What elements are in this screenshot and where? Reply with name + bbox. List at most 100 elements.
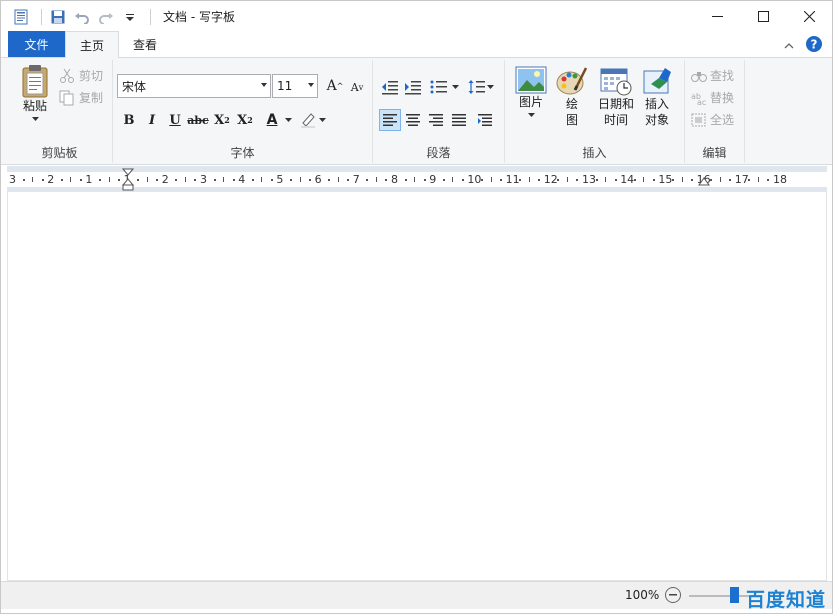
bullet-list-icon — [430, 80, 447, 94]
calendar-clock-icon — [600, 68, 632, 96]
shrink-font-button[interactable]: Av — [346, 76, 368, 98]
bullet-list-button[interactable] — [428, 76, 450, 98]
redo-icon[interactable] — [96, 7, 116, 27]
italic-button[interactable]: I — [141, 109, 163, 131]
ribbon-tabs: 文件 主页 查看 ? — [1, 31, 832, 58]
ruler-number: 2 — [47, 173, 55, 186]
align-right-button[interactable] — [425, 109, 447, 131]
ruler-tick — [108, 177, 110, 182]
picture-label: 图片 — [518, 95, 543, 109]
ruler-tick — [605, 177, 607, 182]
chevron-down-icon[interactable] — [452, 85, 459, 90]
highlighter-icon — [301, 113, 315, 128]
align-center-button[interactable] — [402, 109, 424, 131]
chevron-down-icon[interactable] — [319, 118, 326, 123]
wordpad-app-icon[interactable] — [11, 7, 31, 27]
ruler-tick — [299, 177, 301, 182]
replace-icon: abac — [691, 92, 706, 105]
ruler-tick — [480, 179, 483, 181]
ruler-number: 6 — [314, 173, 322, 186]
chevron-down-icon[interactable] — [285, 118, 292, 123]
copy-label: 复制 — [79, 91, 104, 105]
ruler[interactable]: 321123456789101112131415161718 — [7, 166, 827, 192]
ruler-number: 1 — [85, 173, 93, 186]
ruler-number: 18 — [773, 173, 787, 186]
ruler-tick — [442, 179, 445, 181]
subscript-icon: X — [214, 112, 225, 128]
ruler-tick — [213, 179, 216, 181]
watermark-logo: 百度知道 — [746, 589, 827, 611]
ruler-tick — [194, 179, 197, 181]
ruler-tick — [576, 179, 579, 181]
ruler-tick — [251, 179, 254, 181]
tab-file[interactable]: 文件 — [8, 31, 65, 57]
ruler-tick — [757, 177, 759, 182]
line-spacing-button[interactable] — [466, 76, 488, 98]
document-editor[interactable] — [7, 192, 827, 581]
increase-indent-button[interactable] — [402, 76, 424, 98]
customize-qat-icon[interactable] — [120, 7, 140, 27]
paint-palette-icon — [556, 67, 588, 95]
ruler-tick — [633, 179, 636, 181]
ruler-tick — [423, 179, 426, 181]
insert-datetime-button[interactable]: 日期和 时间 — [593, 66, 639, 128]
font-size-value: 11 — [277, 79, 293, 93]
font-color-button[interactable]: A — [260, 109, 284, 131]
ruler-number: 7 — [352, 173, 360, 186]
copy-icon — [59, 90, 74, 105]
replace-button[interactable]: ab ac 替换 — [691, 89, 734, 106]
strikethrough-button[interactable]: abc — [187, 109, 209, 131]
zoom-slider-track[interactable] — [689, 595, 749, 597]
align-left-button[interactable] — [379, 109, 401, 131]
ruler-tick — [79, 179, 82, 181]
chevron-down-icon — [261, 83, 267, 87]
font-color-icon: A — [266, 112, 278, 128]
object-label-1: 插入 — [644, 97, 669, 111]
tab-home[interactable]: 主页 — [65, 31, 120, 58]
decrease-indent-icon — [382, 81, 398, 95]
underline-button[interactable]: U — [164, 109, 186, 131]
zoom-out-button[interactable] — [665, 587, 681, 603]
font-size-combobox[interactable]: 11 — [272, 74, 318, 98]
paste-button[interactable]: 粘贴 — [15, 64, 55, 122]
first-line-indent-marker[interactable] — [122, 168, 134, 192]
font-family-combobox[interactable]: 宋体 — [117, 74, 271, 98]
paint-label-1: 绘 — [565, 97, 578, 111]
zoom-slider-thumb[interactable] — [730, 587, 739, 603]
ruler-number: 13 — [582, 173, 596, 186]
align-left-icon — [383, 114, 397, 126]
undo-icon[interactable] — [72, 7, 92, 27]
insert-paint-drawing-button[interactable]: 绘 图 — [553, 66, 591, 128]
datetime-label-1: 日期和 — [597, 97, 634, 111]
chevron-down-icon[interactable] — [487, 85, 494, 90]
ruler-number: 9 — [429, 173, 437, 186]
find-button[interactable]: 查找 — [691, 67, 734, 84]
font-group: 宋体 11 A ^ Av B I U abc X2 X2 A 字体 — [113, 60, 373, 163]
minus-icon — [669, 594, 677, 596]
grow-font-button[interactable]: A ^ — [324, 75, 346, 97]
right-indent-marker[interactable] — [698, 176, 710, 186]
window-title: 文档 - 写字板 — [163, 10, 235, 24]
copy-button[interactable]: 复制 — [59, 89, 103, 106]
subscript-button[interactable]: X2 — [211, 109, 233, 131]
maximize-button[interactable] — [740, 1, 786, 32]
insert-object-button[interactable]: 插入 对象 — [637, 66, 677, 128]
superscript-button[interactable]: X2 — [234, 109, 256, 131]
tab-view[interactable]: 查看 — [119, 31, 171, 57]
paragraph-settings-button[interactable] — [474, 109, 496, 131]
ruler-tick — [289, 179, 292, 181]
help-icon[interactable]: ? — [806, 36, 822, 55]
decrease-indent-button[interactable] — [379, 76, 401, 98]
insert-picture-button[interactable]: 图片 — [511, 66, 551, 118]
highlight-button[interactable] — [297, 109, 319, 131]
close-button[interactable] — [786, 1, 832, 32]
ruler-number: 5 — [276, 173, 284, 186]
cut-button[interactable]: 剪切 — [59, 67, 103, 84]
ruler-tick — [748, 179, 751, 181]
minimize-button[interactable] — [694, 1, 740, 32]
select-all-button[interactable]: 全选 — [691, 111, 734, 128]
bold-button[interactable]: B — [118, 109, 140, 131]
save-icon[interactable] — [48, 7, 68, 27]
collapse-ribbon-icon[interactable] — [784, 39, 794, 53]
justify-button[interactable] — [448, 109, 470, 131]
